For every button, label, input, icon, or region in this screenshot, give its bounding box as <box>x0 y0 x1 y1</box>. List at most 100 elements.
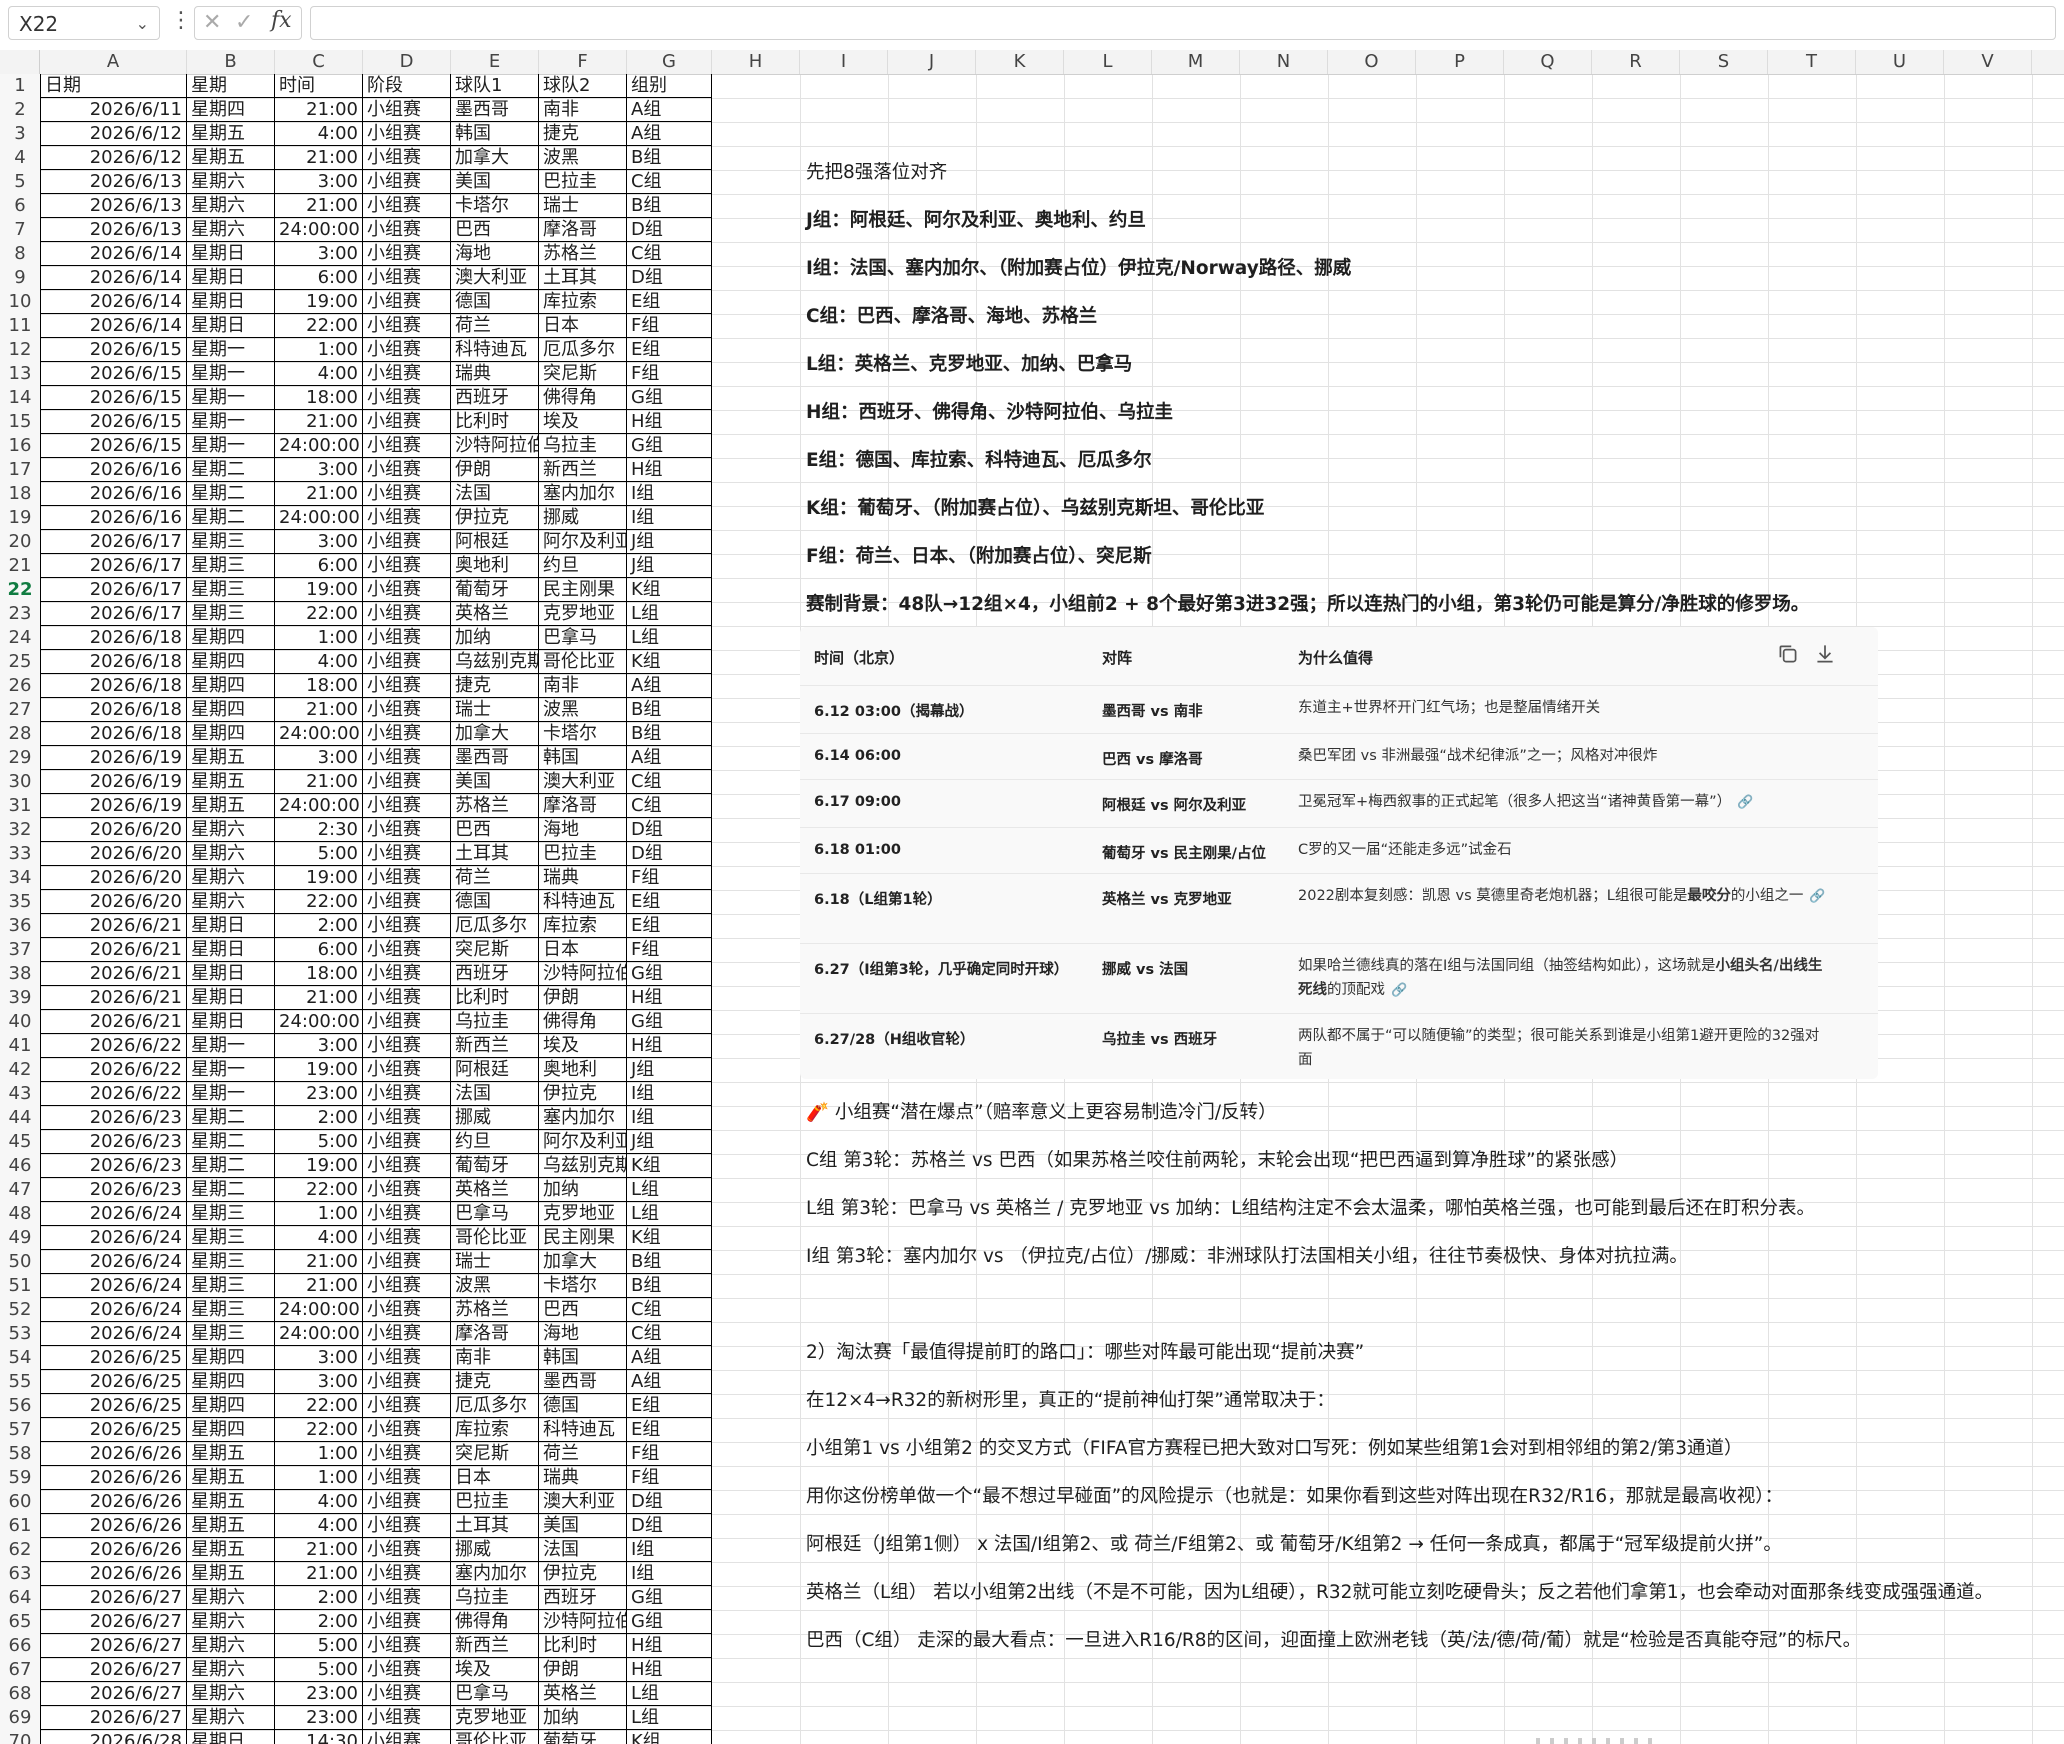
stage-cell[interactable]: 小组赛 <box>363 1130 451 1154</box>
stage-cell[interactable]: 小组赛 <box>363 146 451 170</box>
header-weekday[interactable]: 星期 <box>187 74 275 98</box>
team1-cell[interactable]: 西班牙 <box>451 962 539 986</box>
team2-cell[interactable]: 南非 <box>539 674 627 698</box>
team1-cell[interactable]: 巴西 <box>451 818 539 842</box>
row-header[interactable]: 41 <box>0 1034 40 1058</box>
time-cell[interactable]: 4:00 <box>275 1490 363 1514</box>
column-header-v[interactable]: V <box>1944 50 2032 74</box>
date-cell[interactable]: 2026/6/24 <box>40 1226 187 1250</box>
weekday-cell[interactable]: 星期二 <box>187 506 275 530</box>
row-header[interactable]: 11 <box>0 314 40 338</box>
date-cell[interactable]: 2026/6/15 <box>40 434 187 458</box>
weekday-cell[interactable]: 星期五 <box>187 1442 275 1466</box>
row-header[interactable]: 36 <box>0 914 40 938</box>
date-cell[interactable]: 2026/6/16 <box>40 482 187 506</box>
date-cell[interactable]: 2026/6/23 <box>40 1178 187 1202</box>
team1-cell[interactable]: 英格兰 <box>451 1178 539 1202</box>
group-cell[interactable]: C组 <box>627 1298 712 1322</box>
weekday-cell[interactable]: 星期二 <box>187 1130 275 1154</box>
time-cell[interactable]: 19:00 <box>275 1058 363 1082</box>
stage-cell[interactable]: 小组赛 <box>363 1610 451 1634</box>
stage-cell[interactable]: 小组赛 <box>363 962 451 986</box>
date-cell[interactable]: 2026/6/22 <box>40 1058 187 1082</box>
date-cell[interactable]: 2026/6/18 <box>40 626 187 650</box>
weekday-cell[interactable]: 星期日 <box>187 914 275 938</box>
date-cell[interactable]: 2026/6/15 <box>40 362 187 386</box>
weekday-cell[interactable]: 星期日 <box>187 314 275 338</box>
column-header-g[interactable]: G <box>627 50 712 74</box>
stage-cell[interactable]: 小组赛 <box>363 1058 451 1082</box>
weekday-cell[interactable]: 星期六 <box>187 1706 275 1730</box>
date-cell[interactable]: 2026/6/25 <box>40 1346 187 1370</box>
team2-cell[interactable]: 厄瓜多尔 <box>539 338 627 362</box>
stage-cell[interactable]: 小组赛 <box>363 1586 451 1610</box>
stage-cell[interactable]: 小组赛 <box>363 1178 451 1202</box>
date-cell[interactable]: 2026/6/12 <box>40 122 187 146</box>
time-cell[interactable]: 22:00 <box>275 602 363 626</box>
stage-cell[interactable]: 小组赛 <box>363 1202 451 1226</box>
group-cell[interactable]: F组 <box>627 314 712 338</box>
group-cell[interactable]: K组 <box>627 1226 712 1250</box>
date-cell[interactable]: 2026/6/18 <box>40 698 187 722</box>
team1-cell[interactable]: 乌兹别克斯坦 <box>451 650 539 674</box>
group-cell[interactable]: L组 <box>627 602 712 626</box>
team2-cell[interactable]: 法国 <box>539 1538 627 1562</box>
team2-cell[interactable]: 阿尔及利亚 <box>539 1130 627 1154</box>
link-icon[interactable]: 🔗 <box>1737 791 1753 815</box>
weekday-cell[interactable]: 星期三 <box>187 1226 275 1250</box>
date-cell[interactable]: 2026/6/24 <box>40 1298 187 1322</box>
stage-cell[interactable]: 小组赛 <box>363 290 451 314</box>
select-all-corner[interactable] <box>0 50 40 74</box>
time-cell[interactable]: 19:00 <box>275 866 363 890</box>
weekday-cell[interactable]: 星期六 <box>187 194 275 218</box>
team1-cell[interactable]: 乌拉圭 <box>451 1586 539 1610</box>
insert-function-icon[interactable]: fx <box>271 8 292 33</box>
weekday-cell[interactable]: 星期四 <box>187 650 275 674</box>
time-cell[interactable]: 2:00 <box>275 1106 363 1130</box>
row-header[interactable]: 37 <box>0 938 40 962</box>
link-icon[interactable]: 🔗 <box>1809 885 1825 909</box>
row-header[interactable]: 19 <box>0 506 40 530</box>
team1-cell[interactable]: 瑞士 <box>451 698 539 722</box>
stage-cell[interactable]: 小组赛 <box>363 1322 451 1346</box>
row-header[interactable]: 9 <box>0 266 40 290</box>
row-header[interactable]: 60 <box>0 1490 40 1514</box>
date-cell[interactable]: 2026/6/18 <box>40 650 187 674</box>
stage-cell[interactable]: 小组赛 <box>363 1490 451 1514</box>
group-cell[interactable]: C组 <box>627 770 712 794</box>
time-cell[interactable]: 6:00 <box>275 266 363 290</box>
column-header-e[interactable]: E <box>451 50 539 74</box>
team2-cell[interactable]: 巴西 <box>539 1298 627 1322</box>
stage-cell[interactable]: 小组赛 <box>363 698 451 722</box>
row-header[interactable]: 34 <box>0 866 40 890</box>
team2-cell[interactable]: 埃及 <box>539 410 627 434</box>
group-cell[interactable]: I组 <box>627 1538 712 1562</box>
copy-icon[interactable] <box>1775 641 1801 667</box>
team1-cell[interactable]: 比利时 <box>451 410 539 434</box>
team2-cell[interactable]: 摩洛哥 <box>539 794 627 818</box>
group-cell[interactable]: L组 <box>627 1178 712 1202</box>
time-cell[interactable]: 1:00 <box>275 1466 363 1490</box>
team2-cell[interactable]: 韩国 <box>539 746 627 770</box>
date-cell[interactable]: 2026/6/14 <box>40 314 187 338</box>
group-cell[interactable]: A组 <box>627 746 712 770</box>
stage-cell[interactable]: 小组赛 <box>363 626 451 650</box>
column-header-t[interactable]: T <box>1768 50 1856 74</box>
team2-cell[interactable]: 克罗地亚 <box>539 602 627 626</box>
team2-cell[interactable]: 澳大利亚 <box>539 1490 627 1514</box>
group-cell[interactable]: G组 <box>627 1610 712 1634</box>
weekday-cell[interactable]: 星期五 <box>187 146 275 170</box>
weekday-cell[interactable]: 星期日 <box>187 986 275 1010</box>
team2-cell[interactable]: 土耳其 <box>539 266 627 290</box>
group-cell[interactable]: A组 <box>627 122 712 146</box>
team2-cell[interactable]: 克罗地亚 <box>539 1202 627 1226</box>
weekday-cell[interactable]: 星期二 <box>187 458 275 482</box>
row-header[interactable]: 28 <box>0 722 40 746</box>
time-cell[interactable]: 4:00 <box>275 1514 363 1538</box>
time-cell[interactable]: 24:00:00 <box>275 1010 363 1034</box>
weekday-cell[interactable]: 星期四 <box>187 1370 275 1394</box>
stage-cell[interactable]: 小组赛 <box>363 1226 451 1250</box>
row-header[interactable]: 6 <box>0 194 40 218</box>
more-options-icon[interactable]: ⋮ <box>170 8 192 33</box>
team1-cell[interactable]: 法国 <box>451 1082 539 1106</box>
